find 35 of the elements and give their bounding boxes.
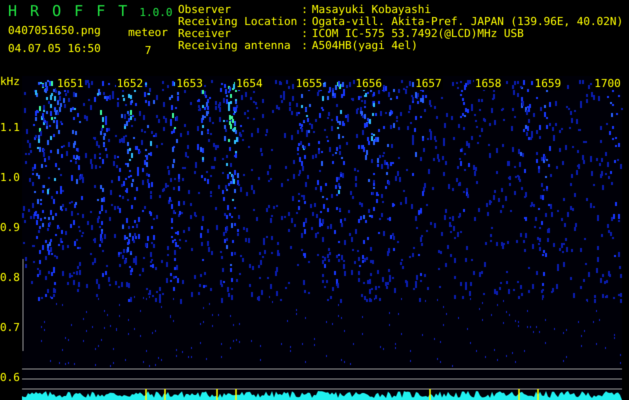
info-label: Receiver (178, 28, 231, 40)
frequency-label: 0.7 (0, 322, 20, 334)
info-value: ICOM IC-575 53.7492(@LCD)MHz USB (312, 28, 525, 40)
frequency-label: 0.6 (0, 372, 20, 384)
time-label: 1659 (534, 78, 562, 90)
info-separator: : (301, 16, 308, 28)
info-label: Observer (178, 4, 232, 16)
info-label: Receiving Location (178, 16, 298, 28)
time-label: 1657 (414, 78, 443, 90)
meteor-label: meteor (128, 26, 168, 40)
frequency-label: 1.0 (0, 172, 20, 184)
frequency-label: 1.1 (0, 122, 20, 134)
info-value: Ogata-vill. Akita-Pref. JAPAN (139.96E, 40.02N) (312, 16, 624, 28)
file-name: 0407051650.png (8, 24, 102, 38)
date-time: 04.07.05 16:50 (8, 42, 102, 56)
info-value: A504HB(yagi 4el) (312, 40, 419, 52)
time-label: 1651 (56, 78, 84, 90)
time-label: 1654 (235, 78, 264, 90)
time-label: 1658 (474, 78, 502, 90)
time-label: 1656 (354, 78, 383, 90)
meteor-count: 7 (144, 44, 152, 58)
time-label: 1655 (294, 78, 324, 90)
frequency-label: 0.8 (0, 272, 20, 284)
time-label: 1700 (593, 78, 622, 90)
info-label: Receiving antenna (178, 40, 292, 52)
unit-label: kHz (0, 76, 20, 88)
info-separator: : (301, 4, 308, 16)
version-number: 1.0.0 (139, 6, 172, 19)
info-separator: : (301, 28, 308, 40)
info-value: Masayuki Kobayashi (312, 4, 432, 16)
frequency-label: 0.9 (0, 222, 20, 234)
app-title: H R O F F T (8, 2, 130, 20)
time-label: 1652 (116, 78, 144, 90)
time-label: 1653 (175, 78, 204, 90)
info-separator: : (301, 40, 308, 52)
